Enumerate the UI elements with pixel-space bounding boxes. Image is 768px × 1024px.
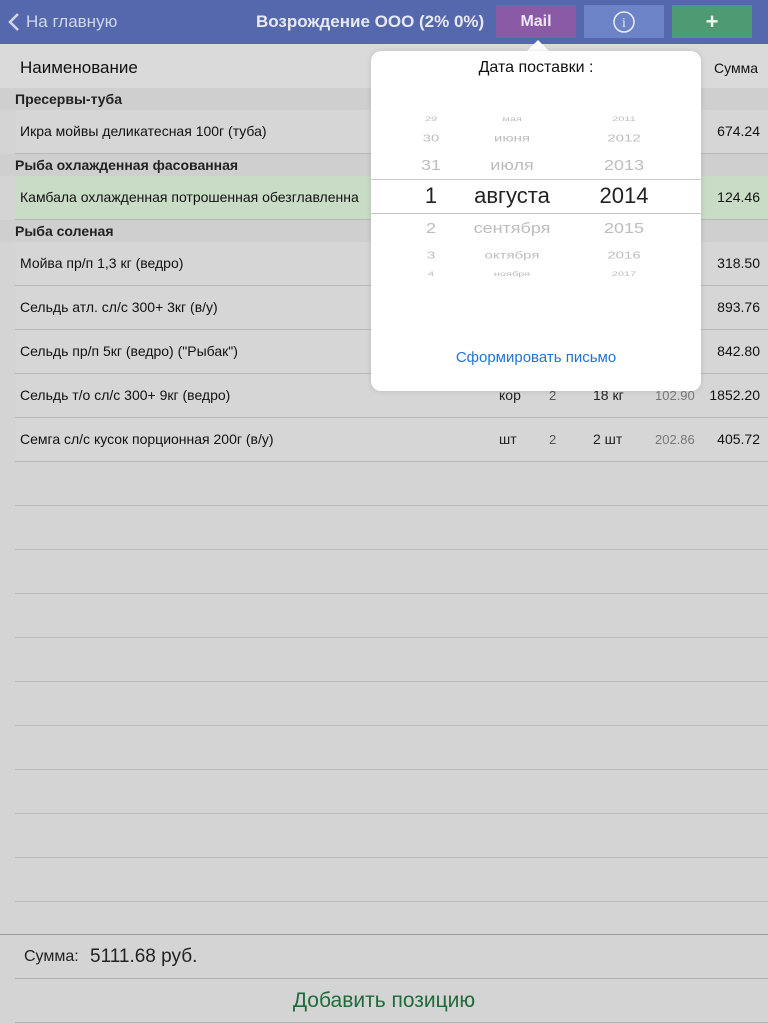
- section-title: Рыба соленая: [15, 223, 114, 239]
- picker-year-option[interactable]: 2015: [554, 221, 694, 236]
- empty-table-row: [15, 682, 768, 726]
- divider: [15, 978, 768, 979]
- add-position-button[interactable]: Добавить позицию: [0, 980, 768, 1022]
- item-sum: 893.76: [717, 299, 760, 315]
- empty-table-row: [15, 858, 768, 902]
- popover-title: Дата поставки :: [478, 59, 594, 76]
- add-button[interactable]: +: [672, 5, 752, 38]
- info-glyph: i: [622, 16, 626, 31]
- divider: [15, 1022, 768, 1023]
- page-title: Возрождение ООО (2% 0%): [256, 12, 485, 31]
- item-name: Мойва пр/п 1,3 кг (ведро): [20, 255, 184, 271]
- column-sum-header: Сумма: [714, 60, 758, 76]
- item-name: Сельдь т/о сл/с 300+ 9кг (ведро): [20, 387, 231, 403]
- form-letter-button[interactable]: Сформировать письмо: [371, 349, 701, 366]
- chevron-left-icon: [8, 13, 19, 31]
- item-amount: 2 шт: [593, 431, 623, 447]
- column-name-header: Наименование: [20, 58, 138, 77]
- empty-table-row: [15, 550, 768, 594]
- empty-table-row: [15, 770, 768, 814]
- item-sum: 842.80: [717, 343, 760, 359]
- empty-table-row: [15, 506, 768, 550]
- section-title: Рыба охлажденная фасованная: [15, 157, 239, 173]
- back-label: На главную: [26, 12, 118, 31]
- empty-table-row: [15, 814, 768, 858]
- total-sum-value: 5111.68 руб.: [90, 946, 198, 967]
- item-name: Икра мойвы деликатесная 100г (туба): [20, 123, 267, 139]
- empty-table-row: [15, 462, 768, 506]
- empty-table-row: [15, 594, 768, 638]
- total-sum-label: Сумма:: [24, 948, 79, 965]
- empty-table-row: [15, 726, 768, 770]
- item-sum: 318.50: [717, 255, 760, 271]
- mail-button[interactable]: Mail: [496, 5, 576, 38]
- picker-selection-top-line: [371, 179, 701, 180]
- mail-label: Mail: [520, 12, 552, 30]
- divider: [0, 934, 768, 935]
- back-button[interactable]: На главную: [8, 0, 117, 44]
- table-row[interactable]: Семга сл/с кусок порционная 200г (в/у) ш…: [15, 418, 768, 462]
- empty-table-row: [15, 638, 768, 682]
- info-icon: i: [613, 10, 635, 33]
- item-sum: 405.72: [717, 431, 760, 447]
- item-sum: 674.24: [717, 123, 760, 139]
- item-qty: 2: [549, 432, 557, 447]
- picker-selection-bottom-line: [371, 213, 701, 214]
- item-name: Сельдь атл. сл/с 300+ 3кг (в/у): [20, 299, 218, 315]
- plus-icon: +: [705, 8, 719, 34]
- date-popover: Дата поставки : 29 30 31 1 2 3 4 мая июня июля авг…: [371, 51, 701, 391]
- item-sum: 124.46: [717, 189, 760, 205]
- section-title: Пресервы-туба: [15, 91, 122, 107]
- picker-year-option[interactable]: 2016: [554, 250, 694, 261]
- picker-year-option[interactable]: 2012: [554, 133, 694, 144]
- picker-year-option[interactable]: 2014: [554, 185, 694, 207]
- item-name: Камбала охлажденная потрошенная обезглав…: [20, 189, 359, 205]
- picker-year-option[interactable]: 2013: [554, 158, 694, 173]
- picker-year-option[interactable]: 2017: [554, 271, 694, 277]
- item-price: 202.86: [655, 432, 695, 447]
- item-name: Семга сл/с кусок порционная 200г (в/у): [20, 431, 274, 447]
- info-button[interactable]: i: [584, 5, 664, 38]
- picker-year-option[interactable]: 2011: [554, 116, 694, 122]
- item-name: Сельдь пр/п 5кг (ведро) ("Рыбак"): [20, 343, 238, 359]
- item-unit: шт: [499, 431, 517, 447]
- item-sum: 1852.20: [709, 387, 760, 403]
